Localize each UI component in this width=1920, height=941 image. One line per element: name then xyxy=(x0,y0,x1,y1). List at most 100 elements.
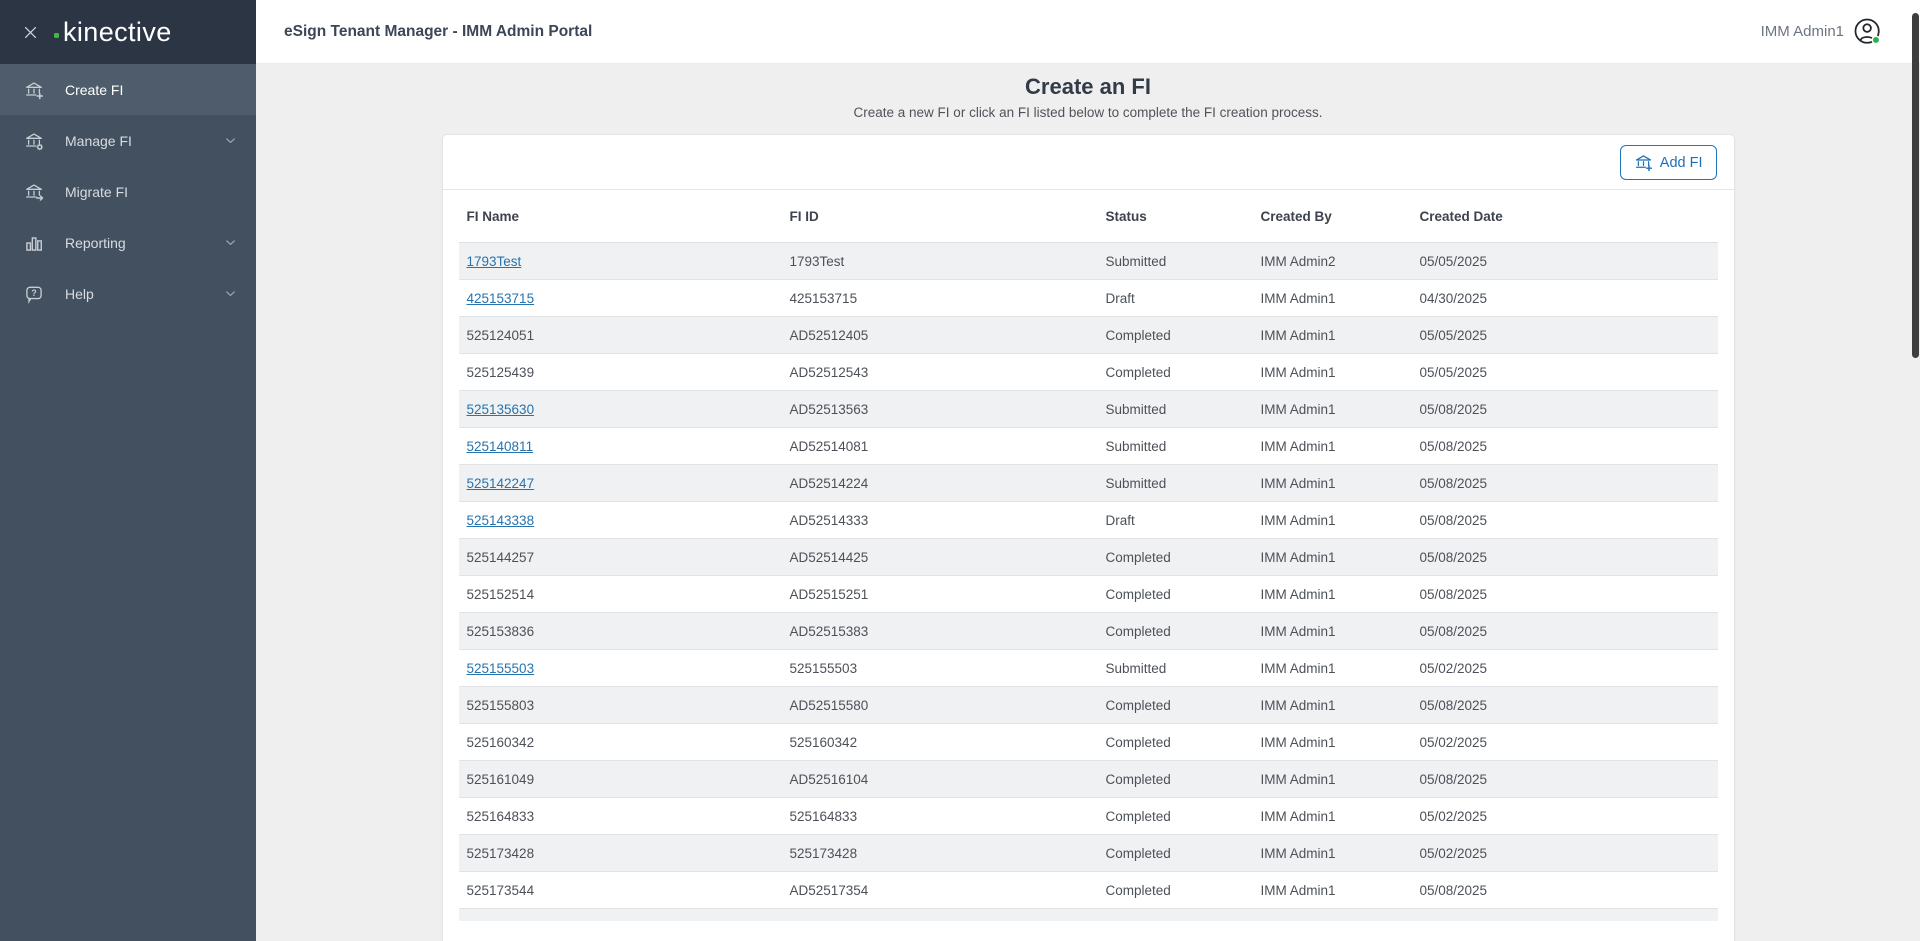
created-by-cell: IMM Admin1 xyxy=(1260,623,1336,639)
fi-id-cell: AD52514224 xyxy=(789,475,869,491)
created-by-cell: IMM Admin1 xyxy=(1260,660,1336,676)
table-row: 525135630 AD52513563 Submitted IMM Admin1 05… xyxy=(458,391,1718,428)
fi-name-link[interactable]: 525140811 xyxy=(467,439,534,454)
fi-id-cell: 525160342 xyxy=(789,734,858,750)
table-row: 525173428 525173428 Completed IMM Admin1 05/… xyxy=(458,835,1718,872)
logo-band: kinective xyxy=(0,0,256,64)
kinective-logo: kinective xyxy=(54,16,172,48)
fi-name-text: 525155803 xyxy=(466,697,535,713)
sidebar-item-migrate-fi[interactable]: Migrate FI xyxy=(0,166,256,217)
table-row: 525164833 525164833 Completed IMM Admin1 05/… xyxy=(458,798,1718,835)
created-by-cell: IMM Admin1 xyxy=(1260,771,1336,787)
chevron-down-icon xyxy=(223,235,238,250)
fi-id-cell: AD52512543 xyxy=(789,364,869,380)
help-bubble-icon: ? xyxy=(24,284,44,304)
card-toolbar: Add FI xyxy=(442,135,1734,190)
created-date-cell: 05/08/2025 xyxy=(1419,438,1488,454)
fi-id-cell: 425153715 xyxy=(789,290,858,306)
created-date-cell: 05/08/2025 xyxy=(1419,586,1488,602)
vertical-scrollbar-thumb[interactable] xyxy=(1912,13,1919,358)
fi-name-text: 525164833 xyxy=(466,808,535,824)
fi-name-link[interactable]: 525142247 xyxy=(467,476,535,491)
created-by-cell: IMM Admin1 xyxy=(1260,734,1336,750)
table-row: 525155503 525155503 Submitted IMM Admin1 05/… xyxy=(458,650,1718,687)
status-cell: Completed xyxy=(1105,327,1171,343)
fi-name-text: 525161049 xyxy=(466,771,535,787)
table-row: 525144257 AD52514425 Completed IMM Admin1 05… xyxy=(458,539,1718,576)
status-cell: Submitted xyxy=(1105,438,1167,454)
main-content: Create an FI Create a new FI or click an… xyxy=(256,64,1920,941)
sidebar-item-label: Reporting xyxy=(65,234,126,251)
created-by-cell: IMM Admin1 xyxy=(1260,401,1336,417)
fi-name-link[interactable]: 525155503 xyxy=(467,661,535,676)
sidebar-item-label: Create FI xyxy=(65,81,124,98)
user-menu[interactable]: IMM Admin1 xyxy=(1761,17,1920,47)
close-icon xyxy=(24,26,36,38)
column-header-created-by: Created By xyxy=(1260,208,1332,224)
status-cell: Completed xyxy=(1105,845,1171,861)
chevron-down-icon xyxy=(223,133,238,148)
fi-id-cell: AD52515383 xyxy=(789,623,869,639)
fi-id-cell: AD52513563 xyxy=(789,401,869,417)
add-fi-button[interactable]: Add FI xyxy=(1619,145,1717,180)
sidebar-item-create-fi[interactable]: Create FI xyxy=(0,64,256,115)
created-date-cell: 05/08/2025 xyxy=(1419,771,1488,787)
created-by-cell: IMM Admin1 xyxy=(1260,438,1336,454)
fi-id-cell: 1793Test xyxy=(789,253,845,269)
fi-name-link[interactable]: 425153715 xyxy=(467,291,535,306)
created-date-cell: 05/05/2025 xyxy=(1419,327,1488,343)
created-by-cell: IMM Admin1 xyxy=(1260,475,1336,491)
chevron-down-icon xyxy=(223,286,238,301)
sidebar-close-button[interactable] xyxy=(15,17,45,47)
fi-id-cell: AD52515580 xyxy=(789,697,869,713)
user-avatar-icon[interactable] xyxy=(1853,17,1883,47)
created-date-cell: 05/08/2025 xyxy=(1419,549,1488,565)
created-by-cell: IMM Admin1 xyxy=(1260,845,1336,861)
add-fi-button-label: Add FI xyxy=(1659,154,1703,171)
created-date-cell: 05/02/2025 xyxy=(1419,660,1488,676)
app-title: eSign Tenant Manager - IMM Admin Portal xyxy=(284,22,593,40)
status-cell: Completed xyxy=(1105,549,1171,565)
table-row: 525152514 AD52515251 Completed IMM Admin1 05… xyxy=(458,576,1718,613)
table-row: 525173544 AD52517354 Completed IMM Admin1 05… xyxy=(458,872,1718,909)
fi-name-text: 525160342 xyxy=(466,734,535,750)
fi-name-text: 525173544 xyxy=(466,882,535,898)
sidebar-nav: Create FI Manage FI Migrate FI Reporting? He… xyxy=(0,64,256,319)
table-row: 525124051 AD52512405 Completed IMM Admin1 05… xyxy=(458,317,1718,354)
fi-name-link[interactable]: 1793Test xyxy=(467,254,522,269)
created-date-cell: 05/08/2025 xyxy=(1419,882,1488,898)
status-cell: Completed xyxy=(1105,586,1171,602)
fi-name-text: 525125439 xyxy=(466,364,535,380)
fi-name-text: 525124051 xyxy=(466,327,535,343)
fi-name-text: 525173428 xyxy=(466,845,535,861)
table-header-row: FI Name FI ID Status Created By Created Date xyxy=(458,190,1718,243)
column-header-fi-id: FI ID xyxy=(789,208,819,224)
status-cell: Completed xyxy=(1105,623,1171,639)
created-by-cell: IMM Admin1 xyxy=(1260,512,1336,528)
fi-id-cell: AD52516104 xyxy=(789,771,869,787)
table-row: 425153715 425153715 Draft IMM Admin1 04/30/2… xyxy=(458,280,1718,317)
table-row: 525155803 AD52515580 Completed IMM Admin1 05… xyxy=(458,687,1718,724)
sidebar-item-manage-fi[interactable]: Manage FI xyxy=(0,115,256,166)
fi-list-card: Add FI FI Name FI ID Status Created By Creat… xyxy=(441,134,1735,941)
page-subtitle: Create a new FI or click an FI listed be… xyxy=(853,105,1323,120)
fi-name-link[interactable]: 525135630 xyxy=(467,402,535,417)
created-by-cell: IMM Admin1 xyxy=(1260,882,1336,898)
created-date-cell: 05/05/2025 xyxy=(1419,364,1488,380)
table-row: 525125439 AD52512543 Completed IMM Admin1 05… xyxy=(458,354,1718,391)
sidebar-item-label: Manage FI xyxy=(65,132,132,149)
sidebar: kinective Create FI Manage FI Migrate FI Re… xyxy=(0,0,256,941)
fi-id-cell: AD52514333 xyxy=(789,512,869,528)
status-cell: Draft xyxy=(1105,512,1135,528)
sidebar-item-label: Help xyxy=(65,285,94,302)
bank-arrow-icon xyxy=(24,182,44,202)
table-row: 525142247 AD52514224 Submitted IMM Admin1 05… xyxy=(458,465,1718,502)
logo-text: kinective xyxy=(63,16,172,47)
status-cell: Completed xyxy=(1105,734,1171,750)
status-cell: Completed xyxy=(1105,364,1171,380)
sidebar-item-reporting[interactable]: Reporting xyxy=(0,217,256,268)
fi-table: FI Name FI ID Status Created By Created Date… xyxy=(443,190,1734,921)
sidebar-item-help[interactable]: ? Help xyxy=(0,268,256,319)
fi-id-cell: 525155503 xyxy=(789,660,858,676)
fi-name-link[interactable]: 525143338 xyxy=(467,513,535,528)
